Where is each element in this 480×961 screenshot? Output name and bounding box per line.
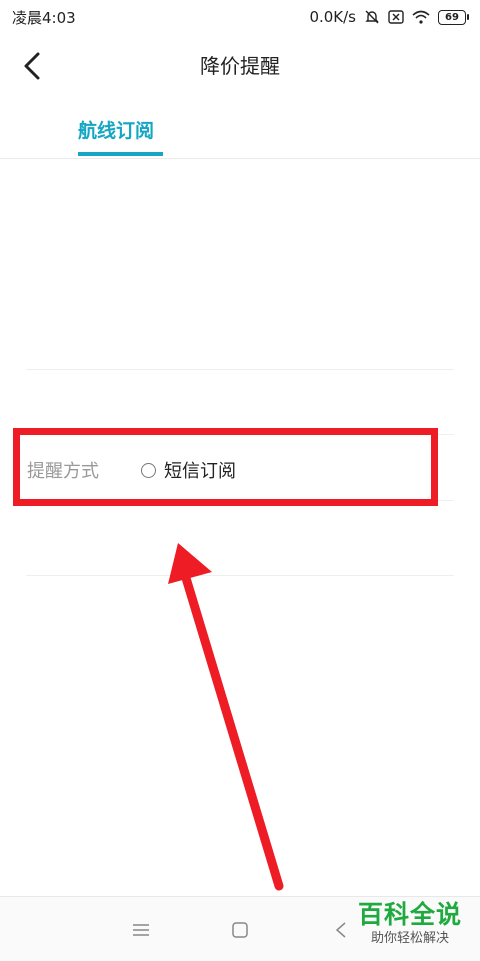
watermark-subtitle: 助你轻松解决 xyxy=(370,931,449,946)
status-icons: 0.0K/s 69 xyxy=(309,8,480,26)
tab-bar: 航线订阅 xyxy=(0,96,480,159)
watermark-title: 百科全说 xyxy=(357,900,462,929)
notify-method-label: 提醒方式 xyxy=(27,461,99,482)
notify-method-row: 提醒方式 短信订阅 xyxy=(0,438,480,502)
radio-unchecked-icon[interactable] xyxy=(141,462,156,478)
home-square-icon xyxy=(232,922,248,938)
sms-subscription-label: 短信订阅 xyxy=(164,461,236,482)
sms-subscription-option[interactable]: 短信订阅 xyxy=(141,457,236,483)
tab-active-indicator xyxy=(78,152,163,156)
sim-x-icon xyxy=(388,10,404,24)
form-divider xyxy=(26,575,454,576)
status-bar: 凌晨4:03 0.0K/s 69 xyxy=(0,0,480,34)
page-title: 降价提醒 xyxy=(200,54,280,78)
form-divider xyxy=(26,369,454,370)
tab-route-subscription[interactable]: 航线订阅 xyxy=(78,116,154,143)
home-button[interactable] xyxy=(227,917,253,943)
header: 降价提醒 xyxy=(0,34,480,94)
battery-icon: 69 xyxy=(438,9,469,25)
form-divider xyxy=(26,434,454,435)
status-time: 凌晨4:03 xyxy=(12,8,76,27)
watermark-logo: 百科全说 助你轻松解决 xyxy=(346,900,474,956)
network-speed: 0.0K/s xyxy=(309,8,356,26)
menu-icon xyxy=(133,924,149,936)
menu-button[interactable] xyxy=(128,917,154,943)
mute-bell-icon xyxy=(364,9,380,25)
wifi-icon xyxy=(412,10,430,24)
